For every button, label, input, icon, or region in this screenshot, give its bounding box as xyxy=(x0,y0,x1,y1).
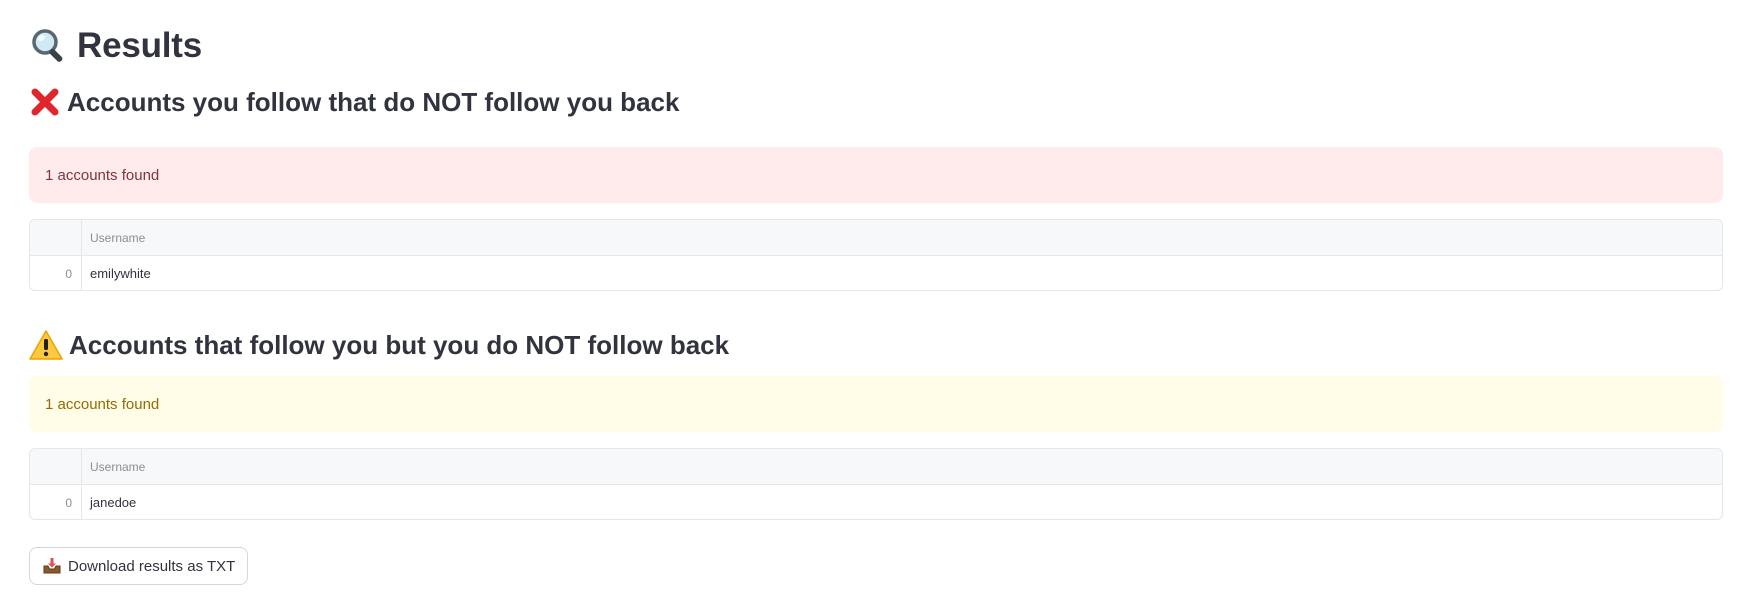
warning-icon xyxy=(29,329,63,361)
table-row[interactable]: 0 emilywhite xyxy=(30,256,1722,290)
error-alert: 1 accounts found xyxy=(29,147,1723,203)
page-title-text: Results xyxy=(77,26,203,65)
alert-text: 1 accounts found xyxy=(45,166,160,184)
section-heading-text: Accounts you follow that do NOT follow y… xyxy=(67,86,680,117)
column-header-username[interactable]: Username xyxy=(82,449,1722,484)
alert-text: 1 accounts found xyxy=(45,395,160,413)
table-header-row: Username xyxy=(30,220,1722,256)
index-header-cell xyxy=(30,449,82,484)
index-header-cell xyxy=(30,220,82,255)
magnifying-glass-icon xyxy=(29,26,69,66)
red-cross-icon xyxy=(29,86,61,118)
download-button-label: Download results as TXT xyxy=(68,557,236,575)
results-table-not-followed-back[interactable]: Username 0 janedoe xyxy=(29,448,1723,520)
row-index-cell: 0 xyxy=(30,256,82,290)
section-heading-not-followed-back: Accounts that follow you but you do NOT … xyxy=(29,325,729,365)
username-cell[interactable]: janedoe xyxy=(82,485,1722,519)
warning-alert: 1 accounts found xyxy=(29,376,1723,432)
results-table-not-following-back[interactable]: Username 0 emilywhite xyxy=(29,219,1723,291)
download-results-button[interactable]: Download results as TXT xyxy=(29,547,249,585)
section-heading-text: Accounts that follow you but you do NOT … xyxy=(69,329,730,360)
row-index-cell: 0 xyxy=(30,485,82,519)
results-page: Results Accounts you follow that do NOT … xyxy=(0,0,1740,601)
section-heading-not-following-back: Accounts you follow that do NOT follow y… xyxy=(29,82,679,122)
inbox-tray-icon xyxy=(42,557,62,575)
table-row[interactable]: 0 janedoe xyxy=(30,485,1722,519)
username-cell[interactable]: emilywhite xyxy=(82,256,1722,290)
table-header-row: Username xyxy=(30,449,1722,485)
column-header-username[interactable]: Username xyxy=(82,220,1722,255)
page-title: Results xyxy=(29,22,202,70)
